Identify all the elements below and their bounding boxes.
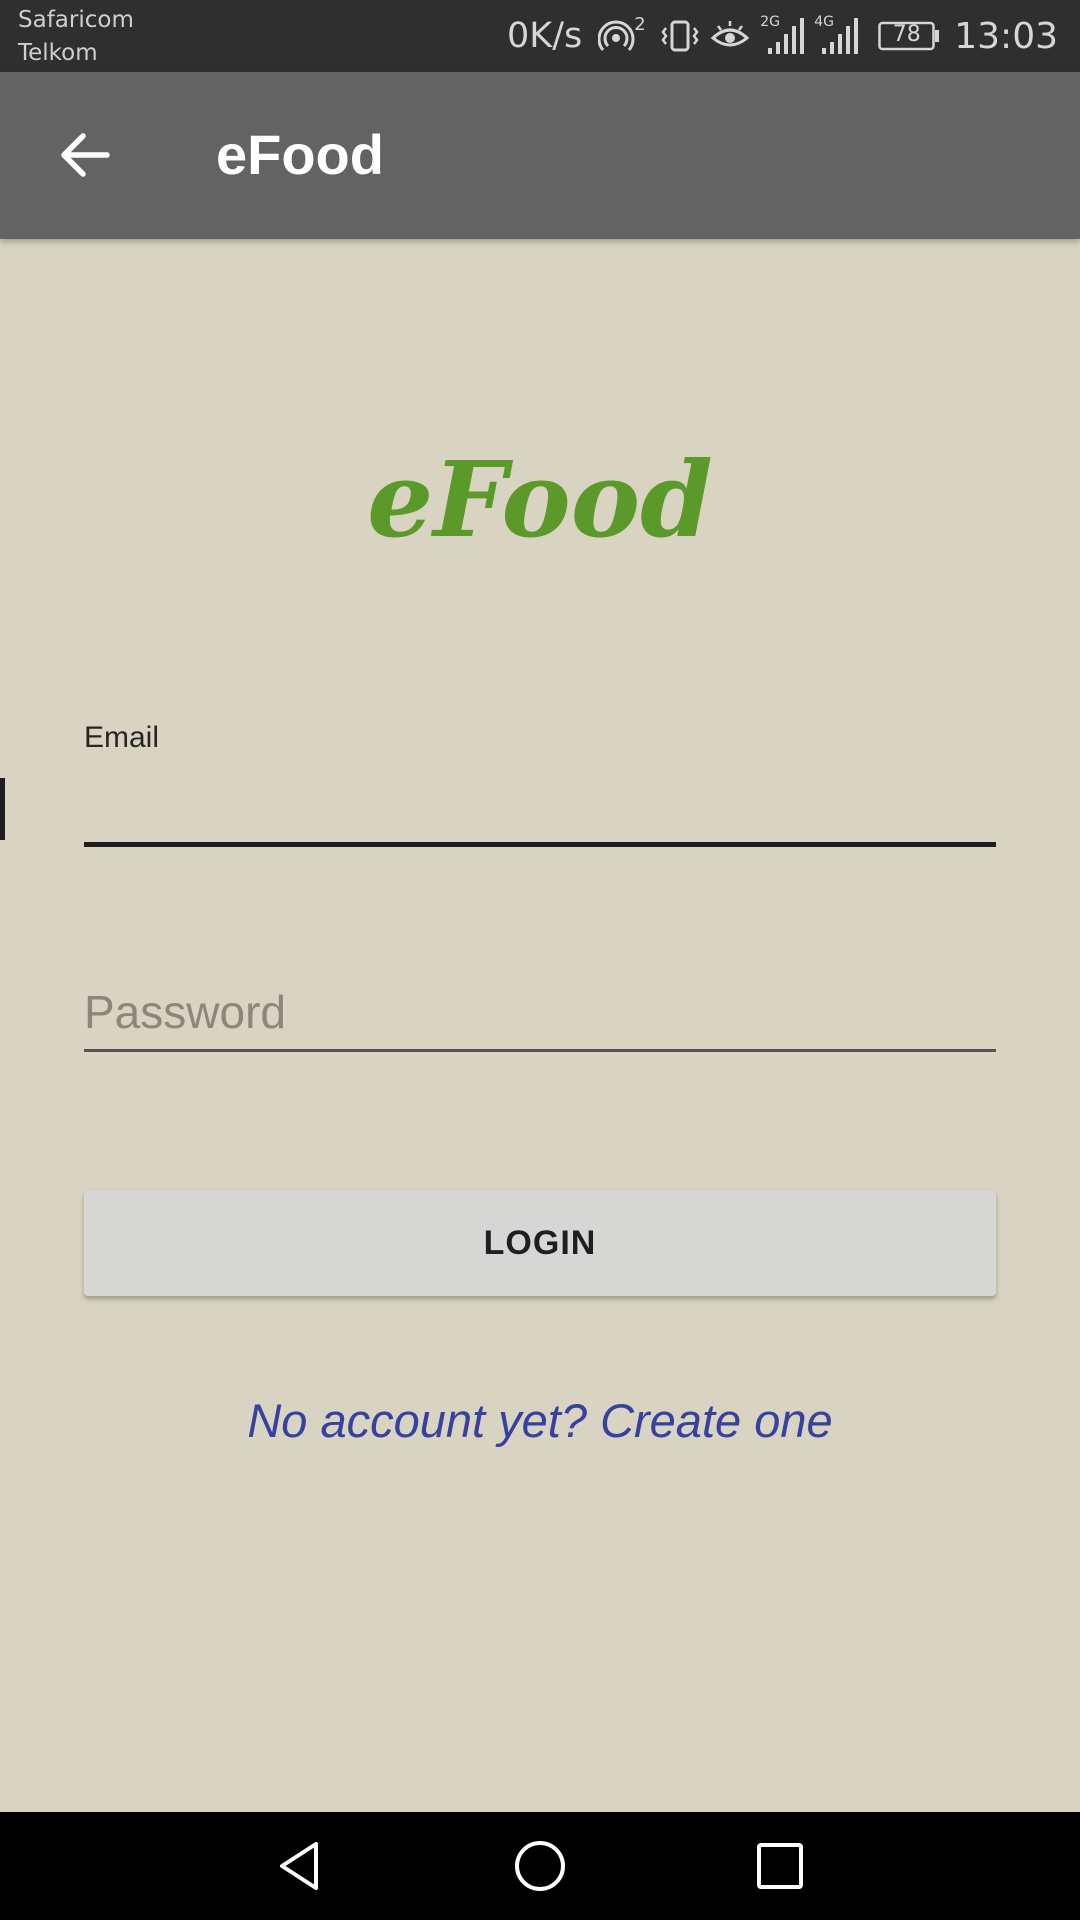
email-input[interactable] xyxy=(84,776,996,847)
login-button[interactable]: LOGIN xyxy=(84,1190,996,1296)
square-recents-icon xyxy=(757,1843,803,1889)
email-label: Email xyxy=(84,721,160,754)
text-cursor xyxy=(0,778,5,840)
clock: 13:03 xyxy=(954,15,1058,57)
carrier-2: Telkom xyxy=(18,40,98,66)
email-field-container: Email xyxy=(84,718,996,852)
navigation-bar xyxy=(0,1812,1080,1920)
password-input[interactable] xyxy=(84,975,996,1052)
battery-icon: 78 xyxy=(878,20,940,52)
hotspot-icon: 2 xyxy=(598,14,646,56)
circle-home-icon xyxy=(515,1841,565,1891)
nav-back-button[interactable] xyxy=(270,1836,330,1896)
sim2-signal-icon: 4G xyxy=(814,14,859,56)
hotspot-count: 2 xyxy=(634,14,646,35)
sim1-signal-icon: 2G xyxy=(760,14,805,56)
battery-level: 78 xyxy=(892,22,921,47)
sim2-network-label: 4G xyxy=(814,14,835,30)
efood-logo: eFood xyxy=(367,438,713,561)
status-icons: 0K/s 2 2G 4G 78 13:03 xyxy=(507,0,1058,72)
nav-home-button[interactable] xyxy=(510,1836,570,1896)
carrier-1: Safaricom xyxy=(18,7,134,33)
back-button[interactable] xyxy=(50,120,120,190)
app-title: eFood xyxy=(216,123,384,186)
password-field-container xyxy=(84,975,996,1055)
network-speed: 0K/s xyxy=(507,16,583,56)
sim1-network-label: 2G xyxy=(760,14,781,30)
triangle-back-icon xyxy=(280,1842,318,1890)
create-account-link[interactable]: No account yet? Create one xyxy=(0,1390,1080,1452)
app-bar: eFood xyxy=(0,72,1080,239)
eye-comfort-icon xyxy=(710,16,750,56)
nav-recents-button[interactable] xyxy=(750,1836,810,1896)
vibrate-icon xyxy=(660,16,700,56)
arrow-left-icon xyxy=(61,133,110,177)
status-bar: Safaricom Telkom 0K/s 2 2G 4G 78 13:03 xyxy=(0,0,1080,72)
carrier-names: Safaricom Telkom xyxy=(18,4,134,70)
